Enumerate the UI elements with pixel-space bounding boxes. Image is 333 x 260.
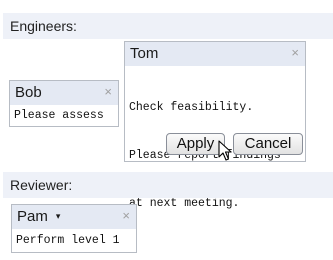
pam-name: Pam [17,208,48,225]
tom-name: Tom [130,45,159,62]
tom-task-line-1: Check feasibility. [129,101,254,114]
tom-task-line-3: at next meeting. [129,197,240,210]
engineers-section-header: Engineers: [3,13,333,39]
reviewer-section-header: Reviewer: [3,172,333,198]
bob-task-text[interactable]: Please assess [14,108,116,124]
tom-card[interactable]: Tom × Check feasibility. Please report f… [124,41,306,210]
pam-name-dropdown[interactable]: Pam ▾ [17,207,60,228]
engineers-label: Engineers: [10,18,77,34]
close-icon[interactable]: × [291,46,299,60]
apply-button[interactable]: Apply [166,133,225,155]
close-icon[interactable]: × [122,209,130,223]
mouse-pointer-icon [218,140,232,161]
pam-task-text[interactable]: Perform level 1 [16,233,120,249]
reviewer-label: Reviewer: [10,177,73,193]
bob-name: Bob [15,84,42,101]
tom-task-textarea[interactable]: Check feasibility. Please report finding… [129,68,281,244]
cancel-button[interactable]: Cancel [233,133,303,155]
close-icon[interactable]: × [104,85,112,99]
chevron-down-icon[interactable]: ▾ [56,211,61,221]
bob-card[interactable]: Bob × Please assess [9,80,119,127]
pam-card[interactable]: Pam ▾ × Perform level 1 [11,204,137,253]
assignment-panel: Engineers: Bob × Please assess Tom × Che… [0,0,333,260]
